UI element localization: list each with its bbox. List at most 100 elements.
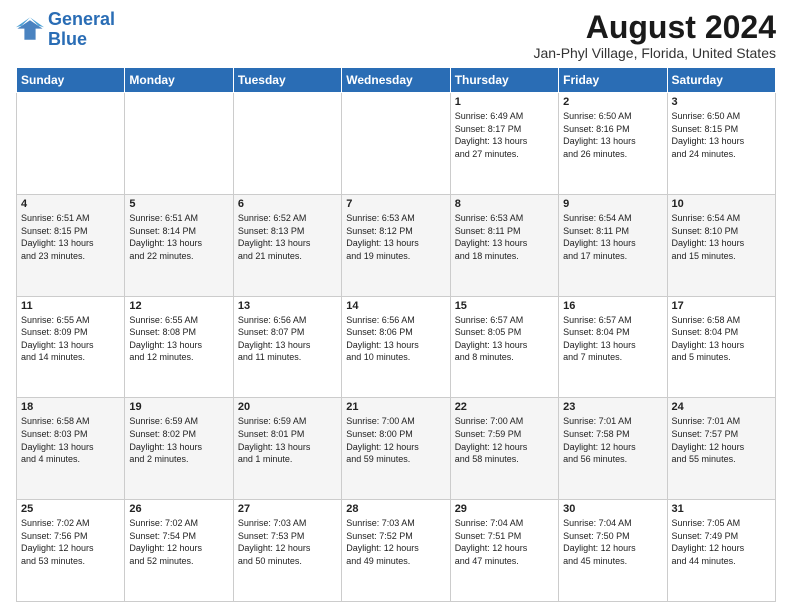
calendar-cell: 18 Sunrise: 6:58 AM Sunset: 8:03 PM Dayli… xyxy=(17,398,125,500)
day-info: Sunrise: 6:51 AM Sunset: 8:15 PM Dayligh… xyxy=(21,212,120,262)
calendar-cell: 20 Sunrise: 6:59 AM Sunset: 8:01 PM Dayli… xyxy=(233,398,341,500)
calendar-cell: 24 Sunrise: 7:01 AM Sunset: 7:57 PM Dayli… xyxy=(667,398,775,500)
calendar-cell: 15 Sunrise: 6:57 AM Sunset: 8:05 PM Dayli… xyxy=(450,296,558,398)
day-info: Sunrise: 7:02 AM Sunset: 7:56 PM Dayligh… xyxy=(21,517,120,567)
day-number: 8 xyxy=(455,198,554,210)
day-number: 15 xyxy=(455,300,554,312)
day-number: 31 xyxy=(672,503,771,515)
calendar-table: SundayMondayTuesdayWednesdayThursdayFrid… xyxy=(16,67,776,602)
logo-icon xyxy=(16,16,44,44)
calendar-cell: 17 Sunrise: 6:58 AM Sunset: 8:04 PM Dayli… xyxy=(667,296,775,398)
calendar-week-5: 25 Sunrise: 7:02 AM Sunset: 7:56 PM Dayli… xyxy=(17,500,776,602)
calendar-cell: 10 Sunrise: 6:54 AM Sunset: 8:10 PM Dayli… xyxy=(667,194,775,296)
day-number: 10 xyxy=(672,198,771,210)
day-info: Sunrise: 6:53 AM Sunset: 8:11 PM Dayligh… xyxy=(455,212,554,262)
day-number: 17 xyxy=(672,300,771,312)
day-info: Sunrise: 7:00 AM Sunset: 7:59 PM Dayligh… xyxy=(455,415,554,465)
day-number: 22 xyxy=(455,401,554,413)
logo-text: General Blue xyxy=(48,10,115,50)
calendar-cell: 30 Sunrise: 7:04 AM Sunset: 7:50 PM Dayli… xyxy=(559,500,667,602)
day-info: Sunrise: 7:01 AM Sunset: 7:58 PM Dayligh… xyxy=(563,415,662,465)
day-info: Sunrise: 6:58 AM Sunset: 8:03 PM Dayligh… xyxy=(21,415,120,465)
day-info: Sunrise: 6:54 AM Sunset: 8:11 PM Dayligh… xyxy=(563,212,662,262)
day-info: Sunrise: 6:59 AM Sunset: 8:01 PM Dayligh… xyxy=(238,415,337,465)
day-number: 29 xyxy=(455,503,554,515)
day-info: Sunrise: 6:54 AM Sunset: 8:10 PM Dayligh… xyxy=(672,212,771,262)
day-number: 24 xyxy=(672,401,771,413)
calendar-cell: 7 Sunrise: 6:53 AM Sunset: 8:12 PM Daylig… xyxy=(342,194,450,296)
day-info: Sunrise: 7:00 AM Sunset: 8:00 PM Dayligh… xyxy=(346,415,445,465)
day-number: 28 xyxy=(346,503,445,515)
day-info: Sunrise: 7:01 AM Sunset: 7:57 PM Dayligh… xyxy=(672,415,771,465)
calendar-cell: 11Sunrise: 6:55 AM Sunset: 8:09 PM Dayli… xyxy=(17,296,125,398)
calendar-cell: 31Sunrise: 7:05 AM Sunset: 7:49 PM Dayli… xyxy=(667,500,775,602)
day-number: 4 xyxy=(21,198,120,210)
weekday-header-sunday: Sunday xyxy=(17,68,125,93)
day-info: Sunrise: 7:02 AM Sunset: 7:54 PM Dayligh… xyxy=(129,517,228,567)
day-number: 27 xyxy=(238,503,337,515)
day-number: 23 xyxy=(563,401,662,413)
day-info: Sunrise: 7:03 AM Sunset: 7:52 PM Dayligh… xyxy=(346,517,445,567)
day-number: 14 xyxy=(346,300,445,312)
day-info: Sunrise: 6:53 AM Sunset: 8:12 PM Dayligh… xyxy=(346,212,445,262)
calendar-week-4: 18 Sunrise: 6:58 AM Sunset: 8:03 PM Dayli… xyxy=(17,398,776,500)
calendar-cell xyxy=(342,93,450,195)
day-info: Sunrise: 6:58 AM Sunset: 8:04 PM Dayligh… xyxy=(672,314,771,364)
calendar-cell: 4 Sunrise: 6:51 AM Sunset: 8:15 PM Daylig… xyxy=(17,194,125,296)
day-number: 1 xyxy=(455,96,554,108)
calendar-cell: 12 Sunrise: 6:55 AM Sunset: 8:08 PM Dayli… xyxy=(125,296,233,398)
weekday-header-saturday: Saturday xyxy=(667,68,775,93)
day-info: Sunrise: 6:57 AM Sunset: 8:05 PM Dayligh… xyxy=(455,314,554,364)
day-info: Sunrise: 6:59 AM Sunset: 8:02 PM Dayligh… xyxy=(129,415,228,465)
calendar-cell: 25 Sunrise: 7:02 AM Sunset: 7:56 PM Dayli… xyxy=(17,500,125,602)
day-info: Sunrise: 6:56 AM Sunset: 8:07 PM Dayligh… xyxy=(238,314,337,364)
day-number: 6 xyxy=(238,198,337,210)
calendar-cell: 8 Sunrise: 6:53 AM Sunset: 8:11 PM Daylig… xyxy=(450,194,558,296)
calendar-cell: 21Sunrise: 7:00 AM Sunset: 8:00 PM Dayli… xyxy=(342,398,450,500)
calendar-cell: 29Sunrise: 7:04 AM Sunset: 7:51 PM Dayli… xyxy=(450,500,558,602)
calendar-week-3: 11Sunrise: 6:55 AM Sunset: 8:09 PM Dayli… xyxy=(17,296,776,398)
logo: General Blue xyxy=(16,10,115,50)
weekday-header-monday: Monday xyxy=(125,68,233,93)
day-info: Sunrise: 6:52 AM Sunset: 8:13 PM Dayligh… xyxy=(238,212,337,262)
day-number: 18 xyxy=(21,401,120,413)
weekday-header-row: SundayMondayTuesdayWednesdayThursdayFrid… xyxy=(17,68,776,93)
calendar-cell xyxy=(17,93,125,195)
day-info: Sunrise: 7:04 AM Sunset: 7:50 PM Dayligh… xyxy=(563,517,662,567)
main-title: August 2024 xyxy=(533,10,776,45)
calendar-cell xyxy=(233,93,341,195)
calendar-cell: 27 Sunrise: 7:03 AM Sunset: 7:53 PM Dayli… xyxy=(233,500,341,602)
day-number: 16 xyxy=(563,300,662,312)
day-number: 11 xyxy=(21,300,120,312)
day-number: 20 xyxy=(238,401,337,413)
day-info: Sunrise: 6:51 AM Sunset: 8:14 PM Dayligh… xyxy=(129,212,228,262)
calendar-cell: 22 Sunrise: 7:00 AM Sunset: 7:59 PM Dayli… xyxy=(450,398,558,500)
calendar-week-2: 4 Sunrise: 6:51 AM Sunset: 8:15 PM Daylig… xyxy=(17,194,776,296)
day-number: 13 xyxy=(238,300,337,312)
day-number: 12 xyxy=(129,300,228,312)
day-info: Sunrise: 6:50 AM Sunset: 8:15 PM Dayligh… xyxy=(672,110,771,160)
day-info: Sunrise: 7:03 AM Sunset: 7:53 PM Dayligh… xyxy=(238,517,337,567)
day-number: 5 xyxy=(129,198,228,210)
day-number: 9 xyxy=(563,198,662,210)
weekday-header-friday: Friday xyxy=(559,68,667,93)
day-number: 7 xyxy=(346,198,445,210)
day-number: 19 xyxy=(129,401,228,413)
weekday-header-tuesday: Tuesday xyxy=(233,68,341,93)
weekday-header-thursday: Thursday xyxy=(450,68,558,93)
day-info: Sunrise: 6:49 AM Sunset: 8:17 PM Dayligh… xyxy=(455,110,554,160)
calendar-cell: 6 Sunrise: 6:52 AM Sunset: 8:13 PM Daylig… xyxy=(233,194,341,296)
title-block: August 2024 Jan-Phyl Village, Florida, U… xyxy=(533,10,776,61)
day-info: Sunrise: 6:50 AM Sunset: 8:16 PM Dayligh… xyxy=(563,110,662,160)
day-info: Sunrise: 6:56 AM Sunset: 8:06 PM Dayligh… xyxy=(346,314,445,364)
calendar-cell: 13 Sunrise: 6:56 AM Sunset: 8:07 PM Dayli… xyxy=(233,296,341,398)
calendar-cell xyxy=(125,93,233,195)
calendar-cell: 16Sunrise: 6:57 AM Sunset: 8:04 PM Dayli… xyxy=(559,296,667,398)
weekday-header-wednesday: Wednesday xyxy=(342,68,450,93)
header: General Blue August 2024 Jan-Phyl Villag… xyxy=(16,10,776,61)
day-info: Sunrise: 6:55 AM Sunset: 8:08 PM Dayligh… xyxy=(129,314,228,364)
day-number: 30 xyxy=(563,503,662,515)
calendar-week-1: 1 Sunrise: 6:49 AM Sunset: 8:17 PM Daylig… xyxy=(17,93,776,195)
calendar-cell: 2Sunrise: 6:50 AM Sunset: 8:16 PM Daylig… xyxy=(559,93,667,195)
day-number: 25 xyxy=(21,503,120,515)
